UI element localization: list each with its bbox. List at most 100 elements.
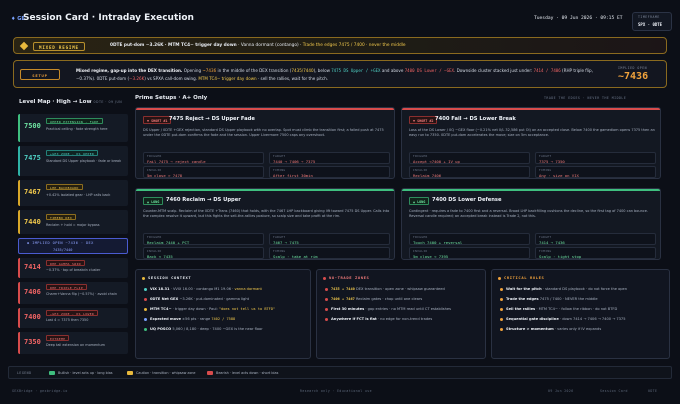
setup-title: 7460 Reclaim → DS Upper: [166, 197, 241, 203]
setup-card-short-1[interactable]: ▼ SHORT #1 7475 Reject → DS Upper Fade D…: [135, 107, 395, 179]
setup-l1-g: 7475 DS Upper / +GEX: [331, 68, 381, 73]
setup-cell: INVALID Back < 7435: [143, 247, 264, 259]
level-row[interactable]: 7467 LHP BACKBOARD +0.42% isolated gear · …: [18, 180, 128, 206]
cell-key: INVALID: [147, 249, 162, 253]
setup-card-short-2[interactable]: ▼ SHORT #2 7400 Fail → DS Lower Break Lo…: [401, 107, 661, 179]
setup-l1-i: 7400 DS Lower / −GEX: [404, 68, 454, 73]
legend-item-bullish: Bullish · level acts up · long bias: [49, 371, 113, 375]
setup-cell: TARGET 7467 → 7475: [269, 233, 390, 245]
rule-row: Wait for the pitch · standard DS playboo…: [500, 287, 627, 291]
level-row[interactable]: 7440 TIMEBO DEX Reclaim + hold = major byp…: [18, 210, 128, 234]
setup-cell: INVALID 5m close < 7395: [409, 247, 530, 259]
context-hl: vanna dormant: [234, 287, 262, 291]
cell-key: TIMING: [273, 249, 286, 253]
regime-text-c: Trade the edges 7475 / 7400 · never the …: [302, 42, 406, 48]
context-row: MTM TC4− · trigger day down · Paul: "doe…: [144, 307, 275, 311]
critical-rules-panel: CRITICAL RULES Wait for the pitch · stan…: [491, 269, 670, 359]
setup-cell: TARGET 7440 → 7406 → 7375: [269, 152, 390, 164]
card-accent: [136, 189, 394, 191]
setup-title: 7400 Fail → DS Lower Break: [435, 116, 516, 122]
setup-cell: INVALID Reclaim 7406: [409, 166, 530, 178]
level-price: 7400: [24, 313, 41, 321]
setup-cell: INVALID 5m close > 7478: [143, 166, 264, 178]
level-price: 7350: [24, 338, 41, 346]
session-date: Tuesday · 09 Jun 2026 · 09:15 ET: [534, 16, 623, 21]
timeframe-value: SPX · 0DTE: [638, 22, 663, 27]
footer-card: Session Card: [600, 389, 628, 393]
no-trade-row: Anywhere if FCT is flat · no edge for no…: [325, 317, 432, 321]
rule-key: Trade the edges: [506, 297, 539, 301]
setup-l2-a: −0.37%). 0DTE put-dom (: [76, 76, 130, 81]
level-desc: Standard DS Upper playbook · fade or bre…: [46, 159, 122, 163]
level-row[interactable]: 7414 RHP GAMMA SWIN −0.37% · top of breakd…: [18, 258, 128, 278]
setup-cell: TRIGGER Fail 7475 → reject candle: [143, 152, 264, 164]
setup-l1-c: ~7436: [202, 68, 217, 73]
implied-open: IMPLIED OPEN ~7436: [618, 66, 662, 82]
setup-desc: Counter-MTM scalp. Reclaim of the 0DTE +…: [143, 209, 390, 218]
context-key: Expected move: [150, 317, 181, 321]
setup-l1-b: Opening: [182, 68, 203, 73]
setup-card-long-1[interactable]: ▲ LONG 7460 Reclaim → DS Upper Counter-M…: [135, 188, 395, 260]
cell-key: TRIGGER: [147, 235, 162, 239]
setup-badge: ▲ LONG: [409, 197, 430, 205]
setup-card-long-2[interactable]: ▲ LONG 7400 DS Lower Defense Contingent …: [401, 188, 661, 260]
cell-value: Reclaim 7406: [413, 173, 442, 178]
level-map-title: Level Map · High → Low 0DTE · 09 JUN: [19, 99, 122, 105]
cell-key: TRIGGER: [413, 235, 428, 239]
level-row[interactable]: 7400 −GEX ZONE · DS LOWER Lost 4 = 7375 th…: [18, 308, 128, 328]
footer-left: GEXBridge · gexbridge.io: [12, 389, 68, 393]
card-accent: [402, 189, 660, 191]
level-row[interactable]: 7500 UPPER EXTENSION · FADE Practical ceil…: [18, 114, 128, 142]
legend: LEGEND Bullish · level acts up · long bi…: [8, 366, 672, 379]
context-key: UQ POSCO: [150, 327, 172, 331]
context-key: VIX 18.31: [150, 287, 170, 291]
no-trade-row: 7435 → 7440 DEX transition · open zone ·…: [325, 287, 445, 291]
setup-tag: SETUP: [20, 69, 60, 80]
cell-value: Scalp · take at rim: [273, 254, 318, 259]
rule-val: · varies only if IV expands: [553, 327, 602, 331]
session-context-panel: SESSION CONTEXT VIX 18.31 · VVIX 16.00 ·…: [135, 269, 311, 359]
cell-key: TARGET: [273, 154, 286, 158]
spot-marker-a: ◆ IMPLIED OPEN ~7436 · DEX: [27, 241, 94, 245]
rule-key: Sequential gate discipline: [506, 317, 559, 321]
footer-date: 09 Jun 2026: [548, 389, 574, 393]
implied-open-value: ~7436: [618, 71, 649, 82]
setup-l1-k: 7414 / 7406: [533, 68, 561, 73]
legend-item-caution: Caution · transition · whipsaw zone: [127, 371, 196, 375]
level-row[interactable]: 7406 RHP TRIPLE FLIP Charm+Vanna flip (−0.…: [18, 282, 128, 304]
setup-badge: ▲ LONG: [143, 197, 164, 205]
level-row[interactable]: 7475 +GEX ZONE · DS UPPER Standard DS Uppe…: [18, 146, 128, 176]
timeframe-selector[interactable]: TIMEFRAME SPX · 0DTE: [632, 12, 672, 31]
regime-text-a: 0DTE put-dom −3.26K · MTM TC4− trigger d…: [110, 42, 237, 48]
cell-value: 7414 → 7436: [539, 240, 565, 245]
context-val: −3.26K · put-dominated · gamma light: [178, 297, 250, 301]
no-trade-key: Anywhere if FCT is flat: [331, 317, 377, 321]
cell-key: INVALID: [413, 249, 428, 253]
level-map-title-text: Level Map · High → Low: [19, 99, 92, 105]
rule-row: Sell the rallies · MTM TC4− · follow the…: [500, 307, 617, 311]
setup-cell: TIMING After first 30min: [269, 166, 390, 178]
footer-mid: Research only · Educational use: [300, 389, 372, 393]
legend-text: Caution · transition · whipsaw zone: [136, 371, 196, 375]
cell-value: Reclaim 7440 + PCT: [147, 240, 190, 245]
cell-value: 7375 → 7350: [539, 159, 565, 164]
context-row: Expected move ±56 pts · range 7402 / 758…: [144, 317, 235, 321]
cell-value: After first 30min: [273, 173, 313, 178]
level-desc: −0.37% · top of breakdn cluster: [46, 268, 101, 272]
timeframe-label: TIMEFRAME: [638, 15, 660, 19]
cell-value: 5m close < 7395: [413, 254, 449, 259]
rule-val: · down 7414 → 7406 → 7400 → 7375: [558, 317, 626, 321]
cell-key: TARGET: [273, 235, 286, 239]
card-accent: [136, 108, 394, 110]
setup-desc: DS Upper / 0DTE +GEX rejection, standard…: [143, 128, 384, 137]
context-row: 0DTE Net GEX −3.26K · put-dominated · ga…: [144, 297, 249, 301]
setup-l1-h: and above: [380, 68, 405, 73]
rule-row: Sequential gate discipline · down 7414 →…: [500, 317, 626, 321]
setup-l2-b: −3.26K: [129, 76, 145, 81]
rule-key: Sell the rallies: [506, 307, 536, 311]
cell-value: 7467 → 7475: [273, 240, 299, 245]
context-hl: "does not tell us to BTFD": [218, 307, 276, 311]
level-row[interactable]: 7350 EXTREME Deep tail extension on moment…: [18, 332, 128, 354]
setup-cell: TIMING Scalp · take at rim: [269, 247, 390, 259]
cell-key: INVALID: [147, 168, 162, 172]
